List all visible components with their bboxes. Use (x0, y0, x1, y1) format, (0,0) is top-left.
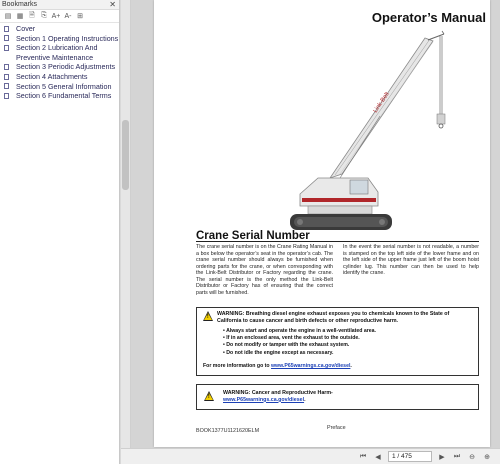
bookmark-label: Section 3 Periodic Adjustments (16, 62, 116, 72)
bookmark-section-5[interactable]: Section 5 General Information (0, 82, 119, 92)
warning-message: Cancer and Reproductive Harm- (251, 390, 333, 396)
bookmark-section-2[interactable]: Section 2 Lubrication And Preventive Mai… (0, 43, 119, 62)
font-decrease-icon[interactable]: A- (63, 11, 73, 21)
bookmarks-panel: Bookmarks ✕ ▤ ▦ 🗎 ⎘ A+ A- ⊞ Cover Sectio… (0, 0, 120, 464)
warning-bullets: Always start and operate the engine in a… (223, 328, 376, 357)
warning-label: WARNING: (217, 311, 245, 317)
warning-icon: ! (203, 311, 213, 321)
bookmark-label: Section 6 Fundamental Terms (16, 91, 112, 101)
new-bookmark-icon[interactable]: 🗎 (27, 11, 37, 21)
zoom-out-icon[interactable]: ⊖ (467, 452, 477, 462)
bookmarks-title: Bookmarks (2, 1, 38, 8)
bookmark-section-4[interactable]: Section 4 Attachments (0, 72, 119, 82)
expand-all-icon[interactable]: ▤ (3, 11, 13, 21)
bookmark-icon (4, 72, 12, 82)
previous-page-icon[interactable]: ◀ (373, 452, 383, 462)
bookmark-icon (4, 91, 12, 101)
more-info-prefix: For more information go to (203, 363, 272, 369)
crane-illustration: Link-Belt (290, 30, 446, 230)
bookmark-section-1[interactable]: Section 1 Operating Instructions (0, 34, 119, 44)
page-number-field[interactable]: 1 / 475 (388, 451, 432, 462)
document-id: BOOK1377U1121620ELM (196, 428, 260, 434)
bookmark-list: Cover Section 1 Operating Instructions S… (0, 23, 119, 101)
warning-bullet: Do not idle the engine except as necessa… (223, 350, 376, 357)
last-page-icon[interactable]: ⏭ (452, 452, 462, 462)
body-text-col1: The crane serial number is on the Crane … (196, 244, 333, 296)
bookmark-icon (4, 82, 12, 92)
p65-link[interactable]: www.P65warnings.ca.gov/diesel (271, 363, 350, 369)
p65-link[interactable]: www.P65warnings.ca.gov/diesel (223, 397, 304, 403)
diesel-warning-text: WARNING: Breathing diesel engine exhaust… (217, 311, 475, 324)
bookmark-icon (4, 34, 12, 44)
bookmark-label: Section 2 Lubrication And Preventive Mai… (16, 43, 98, 62)
cancer-warning-box: ! WARNING: Cancer and Reproductive Harm-… (196, 384, 479, 410)
bookmark-nav-icon[interactable]: ⎘ (39, 11, 49, 21)
bookmark-label: Cover (16, 24, 36, 33)
warning-bullet: Do not modify or tamper with the exhaust… (223, 342, 376, 349)
bookmark-cover[interactable]: Cover (0, 24, 119, 34)
page-navigation-bar: ⏮ ◀ 1 / 475 ▶ ⏭ ⊖ ⊕ (121, 448, 500, 464)
warning-icon: ! (204, 391, 214, 401)
zoom-in-icon[interactable]: ⊕ (482, 452, 492, 462)
bookmark-section-6[interactable]: Section 6 Fundamental Terms (0, 91, 119, 101)
bookmark-icon (4, 24, 12, 34)
bookmark-options-icon[interactable]: ⊞ (75, 11, 85, 21)
page-title: Operator’s Manual (371, 10, 486, 25)
first-page-icon[interactable]: ⏮ (358, 452, 368, 462)
bookmark-label: Section 1 Operating Instructions (16, 33, 119, 43)
section-rule (196, 241, 479, 242)
bookmarks-toolbar: ▤ ▦ 🗎 ⎘ A+ A- ⊞ (0, 10, 119, 23)
cancer-warning-text: WARNING: Cancer and Reproductive Harm- w… (223, 390, 333, 403)
panel-scrollbar[interactable] (121, 0, 131, 448)
warning-message: Breathing diesel engine exhaust exposes … (217, 311, 450, 324)
body-text-col2: In the event the serial number is not re… (343, 244, 479, 276)
bookmark-section-3[interactable]: Section 3 Periodic Adjustments (0, 62, 119, 72)
next-page-icon[interactable]: ▶ (437, 452, 447, 462)
font-increase-icon[interactable]: A+ (51, 11, 61, 21)
bookmark-icon (4, 43, 12, 53)
bookmarks-header: Bookmarks ✕ (0, 0, 119, 10)
bookmark-icon (4, 62, 12, 72)
bookmark-label: Section 5 General Information (16, 81, 112, 91)
page-footer-label: Preface (327, 425, 346, 431)
more-info-line: For more information go to www.P65warnin… (203, 363, 352, 369)
bookmark-label: Section 4 Attachments (16, 71, 88, 81)
scrollbar-thumb[interactable] (122, 120, 129, 190)
warning-label: WARNING: (223, 390, 251, 396)
collapse-icon[interactable]: ▦ (15, 11, 25, 21)
diesel-warning-box: ! WARNING: Breathing diesel engine exhau… (196, 307, 479, 376)
warning-bullet: If in an enclosed area, vent the exhaust… (223, 335, 376, 342)
close-icon[interactable]: ✕ (109, 0, 116, 10)
warning-bullet: Always start and operate the engine in a… (223, 328, 376, 335)
